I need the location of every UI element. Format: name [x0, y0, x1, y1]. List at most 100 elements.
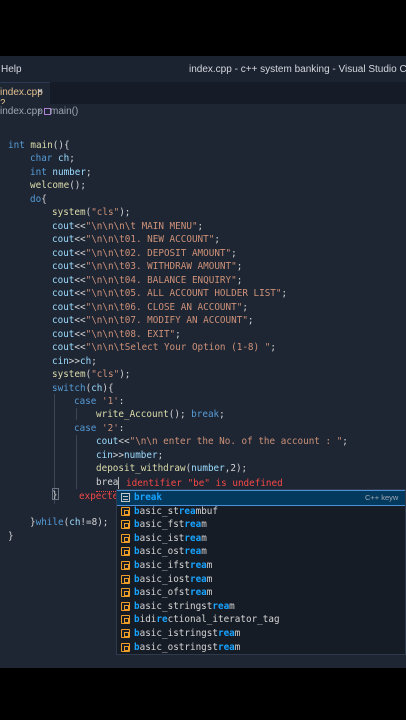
code-token: ); [119, 369, 131, 380]
code-token: case [74, 423, 102, 434]
code-token: ; [231, 248, 237, 259]
code-line[interactable]: }while(ch!=8); [30, 516, 108, 529]
suggestion-label: basic_ifstream [134, 560, 213, 571]
code-token: ; [236, 261, 243, 272]
suggestion-item[interactable]: basic_ostringstream [117, 641, 405, 654]
code-token: cin [52, 356, 69, 367]
code-token: << [74, 315, 86, 326]
code-line[interactable]: system("cls"); [52, 368, 130, 381]
class-icon [121, 615, 130, 625]
menu-help[interactable]: Help [1, 64, 22, 75]
code-token: "\n\n\t07. MODIFY AN ACCOUNT" [85, 315, 248, 326]
code-line[interactable]: cout<<"\n\n\t08. EXIT"; [52, 328, 181, 341]
code-line[interactable]: cin>>number; [96, 449, 163, 462]
code-line[interactable]: int number; [30, 166, 92, 179]
code-token: cout [52, 275, 75, 286]
code-line[interactable]: welcome(); [30, 179, 86, 192]
code-line[interactable]: cout<<"\n\n\t05. ALL ACCOUNT HOLDER LIST… [52, 287, 287, 300]
code-token: } [8, 531, 14, 542]
code-line[interactable]: int main(){ [8, 139, 70, 152]
code-token: number [124, 450, 158, 461]
code-line[interactable]: cout<<"\n\n\n\t MAIN MENU"; [52, 220, 203, 233]
code-line[interactable]: } [8, 530, 14, 543]
suggestion-label: basic_ostringstream [134, 641, 241, 653]
code-token: !=8); [80, 517, 109, 528]
code-token: : [118, 396, 125, 407]
code-line[interactable]: write_Account(); break; [96, 408, 225, 421]
class-icon [121, 506, 130, 516]
code-token: ch [58, 153, 70, 164]
suggestion-label: basic_iostream [134, 573, 213, 585]
code-line[interactable]: case '2': [74, 422, 124, 435]
class-icon [121, 533, 130, 543]
close-icon[interactable]: × [37, 86, 43, 97]
code-token: ); [119, 207, 131, 218]
code-token: '1' [102, 396, 119, 407]
suggestion-label: basic_istringstream [134, 628, 241, 639]
code-token: (); [69, 180, 86, 191]
suggestion-item[interactable]: basic_ostream [117, 545, 405, 559]
suggestion-item[interactable]: basic_ifstream [117, 559, 405, 573]
breadcrumb-file[interactable]: index.cpp [0, 106, 43, 117]
code-token: ; [242, 302, 248, 313]
code-token: cout [52, 329, 75, 340]
suggestion-detail: C++ keyw [365, 493, 399, 502]
code-token: ; [69, 153, 75, 164]
code-token: "\n\n\t08. EXIT" [85, 329, 176, 340]
code-line[interactable]: system("cls"); [52, 206, 130, 219]
class-icon [121, 574, 130, 584]
code-token: "\n\n\t03. WITHDRAW AMOUNT" [85, 261, 237, 272]
code-line[interactable]: cout<<"\n\n\t03. WITHDRAW AMOUNT"; [52, 260, 242, 273]
code-line[interactable]: cout<<"\n\n enter the No. of the account… [96, 435, 348, 448]
suggestion-item[interactable]: break C++ keyw [117, 490, 405, 506]
code-token: main [30, 140, 53, 151]
suggestion-label: break [134, 492, 162, 503]
suggestion-label: basic_fstream [134, 519, 207, 531]
code-line[interactable]: do{ [30, 193, 47, 206]
code-line[interactable]: cout<<"\n\n\tSelect Your Option (1-8) "; [52, 341, 276, 354]
class-icon [121, 588, 130, 598]
code-line[interactable]: cin>>ch; [52, 355, 97, 368]
code-line[interactable]: cout<<"\n\n\t01. NEW ACCOUNT"; [52, 233, 220, 246]
breadcrumb-function[interactable]: main() [50, 106, 78, 117]
suggestion-label: basic_streambuf [134, 505, 218, 517]
code-token: ch [91, 383, 103, 394]
code-token: ; [342, 436, 348, 447]
code-token: '2' [102, 423, 119, 434]
code-token: << [74, 275, 86, 286]
code-line[interactable]: case '1': [74, 395, 124, 408]
suggestion-item[interactable]: basic_fstream [117, 518, 405, 532]
suggestion-item[interactable]: basic_ofstream [117, 586, 405, 600]
code-line[interactable]: switch(ch){ [52, 382, 114, 395]
suggestion-label: basic_stringstream [134, 600, 235, 612]
code-token: ){ [102, 383, 114, 394]
code-line[interactable]: char ch; [30, 152, 75, 165]
code-token: "cls" [91, 207, 120, 218]
tab-index-cpp[interactable]: index.cpp 2 × [0, 82, 50, 109]
code-token: "\n\n enter the No. of the account : " [129, 436, 343, 447]
code-line[interactable]: cout<<"\n\n\t06. CLOSE AN ACCOUNT"; [52, 301, 248, 314]
suggestion-widget[interactable]: break C++ keyw basic_streambuf basic_fstrea… [116, 489, 406, 655]
code-line[interactable]: cout<<"\n\n\t07. MODIFY AN ACCOUNT"; [52, 314, 254, 327]
code-line[interactable]: brea [96, 476, 118, 489]
code-token: "\n\n\t06. CLOSE AN ACCOUNT" [85, 302, 243, 313]
class-icon [121, 629, 130, 638]
code-token: number [52, 167, 86, 178]
code-token: : [118, 423, 125, 434]
code-line[interactable]: cout<<"\n\n\t04. BALANCE ENQUIRY"; [52, 274, 242, 287]
code-token: case [74, 396, 102, 407]
code-token: ; [91, 356, 97, 367]
code-token: << [74, 288, 86, 299]
code-token: << [74, 342, 86, 353]
suggestion-item[interactable]: basic_stringstream [117, 600, 405, 614]
suggestion-item[interactable]: basic_istringstream [117, 627, 405, 641]
suggestion-item[interactable]: bidirectional_iterator_tag [117, 613, 405, 627]
code-token: << [74, 261, 86, 272]
suggestion-item[interactable]: basic_istream [117, 532, 405, 546]
suggestion-item[interactable]: basic_streambuf [117, 505, 405, 519]
code-line[interactable]: deposit_withdraw(number,2); [96, 462, 247, 475]
code-token: while [35, 517, 64, 528]
code-line[interactable]: cout<<"\n\n\t02. DEPOSIT AMOUNT"; [52, 247, 237, 260]
code-token: cout [52, 315, 75, 326]
suggestion-item[interactable]: basic_iostream [117, 573, 405, 587]
